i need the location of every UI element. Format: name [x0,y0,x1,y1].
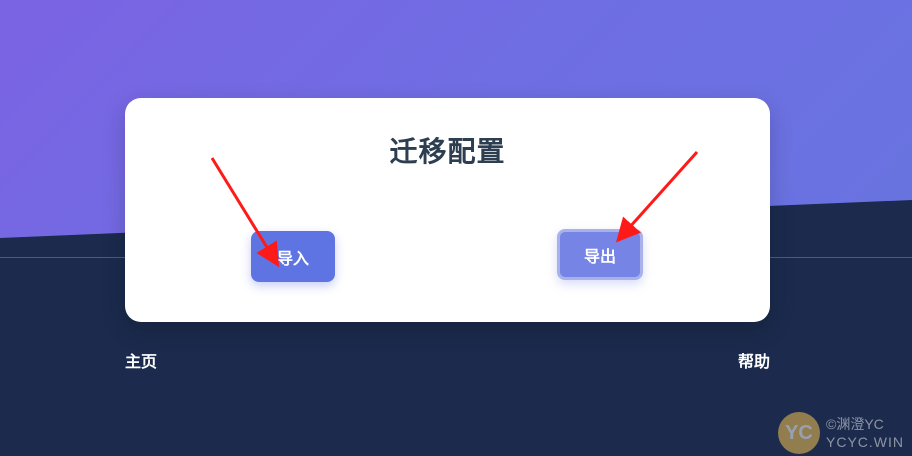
export-button[interactable]: 导出 [557,229,643,280]
import-button[interactable]: 导入 [251,231,335,282]
watermark: YC ©渊澄YC YCYC.WIN [778,410,912,456]
card-title: 迁移配置 [389,135,506,168]
footer-home-link[interactable]: 主页 [125,348,157,372]
footer-help-link[interactable]: 帮助 [738,348,770,372]
watermark-text: ©渊澄YC [826,416,884,432]
migration-card: 迁移配置 导入 导出 [125,98,770,322]
watermark-url: YCYC.WIN [826,434,904,450]
watermark-logo: YC [778,412,820,454]
